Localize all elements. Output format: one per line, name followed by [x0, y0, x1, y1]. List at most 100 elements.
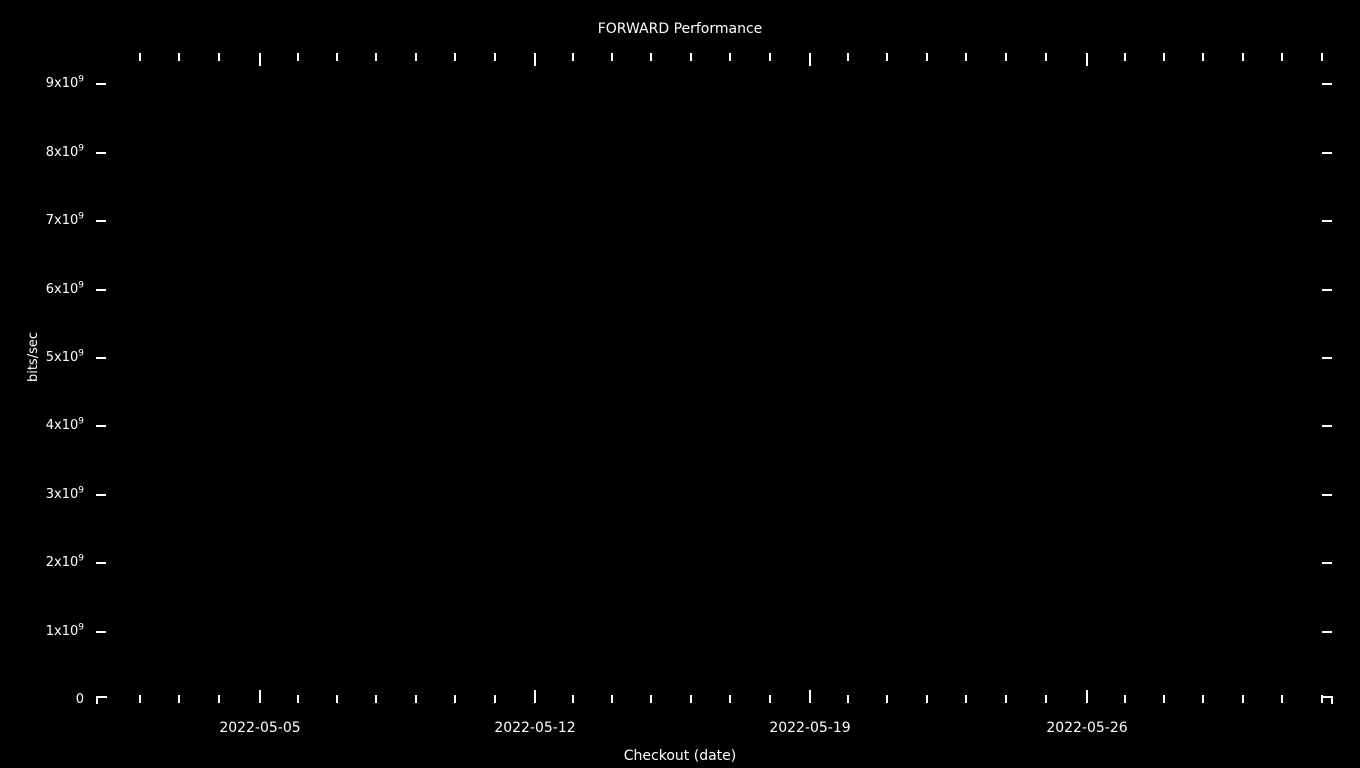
data-series-layer — [101, 53, 1327, 700]
x-axis-minor-tick-top — [1242, 53, 1244, 61]
x-axis-minor-tick-bottom — [375, 695, 377, 703]
x-axis-tick-label: 2022-05-19 — [769, 720, 851, 736]
y-axis-tick-mark-left — [96, 425, 106, 427]
y-axis-tick-label: 1x109 — [45, 622, 84, 639]
chart-canvas: FORWARD Performance bits/sec Checkout (d… — [0, 0, 1360, 768]
x-axis-minor-tick-bottom — [1321, 695, 1323, 703]
y-axis-tick-mark-right — [1322, 357, 1332, 359]
x-axis-minor-tick-bottom — [926, 695, 928, 703]
axis-corner-bottom-left — [96, 696, 107, 704]
x-axis-minor-tick-top — [336, 53, 338, 61]
y-axis-tick-mark-right — [1322, 152, 1332, 154]
x-axis-minor-tick-top — [690, 53, 692, 61]
x-axis-minor-tick-top — [1124, 53, 1126, 61]
x-axis-minor-tick-top — [886, 53, 888, 61]
x-axis-major-tick-top — [809, 53, 811, 66]
y-axis-tick-mark-right — [1322, 494, 1332, 496]
y-axis-tick-mark-left — [96, 220, 106, 222]
chart-title: FORWARD Performance — [597, 21, 763, 37]
x-axis-tick-label: 2022-05-26 — [1046, 720, 1128, 736]
x-axis-minor-tick-bottom — [218, 695, 220, 703]
x-axis-minor-tick-bottom — [1242, 695, 1244, 703]
x-axis-minor-tick-bottom — [769, 695, 771, 703]
x-axis-minor-tick-bottom — [572, 695, 574, 703]
x-axis-minor-tick-top — [847, 53, 849, 61]
x-axis-minor-tick-bottom — [847, 695, 849, 703]
x-axis-major-tick-bottom — [1086, 690, 1088, 703]
y-axis-tick-mark-right — [1322, 631, 1332, 633]
plot-area — [101, 53, 1327, 700]
x-axis-minor-tick-bottom — [886, 695, 888, 703]
y-axis-tick-label: 0 — [75, 692, 84, 707]
x-axis-minor-tick-bottom — [729, 695, 731, 703]
y-axis-tick-label: 9x109 — [45, 74, 84, 91]
x-axis-minor-tick-top — [611, 53, 613, 61]
x-axis-minor-tick-bottom — [690, 695, 692, 703]
x-axis-minor-tick-top — [1045, 53, 1047, 61]
x-axis-minor-tick-bottom — [611, 695, 613, 703]
x-axis-minor-tick-bottom — [1163, 695, 1165, 703]
x-axis-major-tick-top — [1086, 53, 1088, 66]
x-axis-minor-tick-bottom — [336, 695, 338, 703]
x-axis-minor-tick-bottom — [1005, 695, 1007, 703]
x-axis-minor-tick-bottom — [454, 695, 456, 703]
y-axis-tick-label: 5x109 — [45, 348, 84, 365]
y-axis-tick-label: 8x109 — [45, 143, 84, 160]
y-axis-tick-mark-left — [96, 494, 106, 496]
x-axis-minor-tick-top — [494, 53, 496, 61]
x-axis-minor-tick-bottom — [1202, 695, 1204, 703]
x-axis-minor-tick-top — [218, 53, 220, 61]
x-axis-minor-tick-top — [1005, 53, 1007, 61]
x-axis-minor-tick-bottom — [965, 695, 967, 703]
x-axis-minor-tick-top — [297, 53, 299, 61]
x-axis-minor-tick-bottom — [494, 695, 496, 703]
x-axis-tick-label: 2022-05-05 — [219, 720, 301, 736]
x-axis-minor-tick-top — [139, 53, 141, 61]
y-axis-tick-mark-right — [1322, 220, 1332, 222]
x-axis-major-tick-top — [534, 53, 536, 66]
x-axis-minor-tick-bottom — [415, 695, 417, 703]
y-axis-tick-mark-left — [96, 289, 106, 291]
y-axis-tick-label: 7x109 — [45, 211, 84, 228]
x-axis-major-tick-bottom — [534, 690, 536, 703]
y-axis-tick-mark-left — [96, 152, 106, 154]
x-axis-minor-tick-bottom — [650, 695, 652, 703]
x-axis-minor-tick-top — [1202, 53, 1204, 61]
y-axis-tick-mark-left — [96, 562, 106, 564]
x-axis-minor-tick-top — [415, 53, 417, 61]
x-axis-minor-tick-top — [178, 53, 180, 61]
x-axis-minor-tick-top — [729, 53, 731, 61]
y-axis-tick-mark-right — [1322, 289, 1332, 291]
x-axis-tick-label: 2022-05-12 — [494, 720, 576, 736]
y-axis-tick-label: 4x109 — [45, 416, 84, 433]
x-axis-minor-tick-top — [650, 53, 652, 61]
x-axis-major-tick-bottom — [809, 690, 811, 703]
y-axis-tick-mark-right — [1322, 562, 1332, 564]
y-axis-tick-mark-left — [96, 83, 106, 85]
x-axis-major-tick-top — [259, 53, 261, 66]
x-axis-minor-tick-top — [926, 53, 928, 61]
x-axis-major-tick-bottom — [259, 690, 261, 703]
x-axis-minor-tick-top — [1321, 53, 1323, 61]
x-axis-minor-tick-top — [769, 53, 771, 61]
x-axis-minor-tick-top — [1281, 53, 1283, 61]
x-axis-minor-tick-bottom — [1281, 695, 1283, 703]
y-axis-tick-label: 3x109 — [45, 485, 84, 502]
y-axis-tick-label: 2x109 — [45, 553, 84, 570]
x-axis-minor-tick-top — [454, 53, 456, 61]
y-axis-tick-mark-right — [1322, 425, 1332, 427]
x-axis-minor-tick-bottom — [297, 695, 299, 703]
x-axis-minor-tick-top — [375, 53, 377, 61]
x-axis-minor-tick-bottom — [178, 695, 180, 703]
x-axis-title: Checkout (date) — [623, 748, 737, 764]
y-axis-tick-mark-left — [96, 631, 106, 633]
x-axis-minor-tick-top — [1163, 53, 1165, 61]
axis-corner-bottom-right — [1322, 696, 1333, 704]
y-axis-tick-mark-left — [96, 357, 106, 359]
x-axis-minor-tick-top — [572, 53, 574, 61]
y-axis-tick-mark-right — [1322, 83, 1332, 85]
y-axis-tick-label: 6x109 — [45, 280, 84, 297]
x-axis-minor-tick-bottom — [1045, 695, 1047, 703]
x-axis-minor-tick-bottom — [139, 695, 141, 703]
x-axis-minor-tick-top — [965, 53, 967, 61]
